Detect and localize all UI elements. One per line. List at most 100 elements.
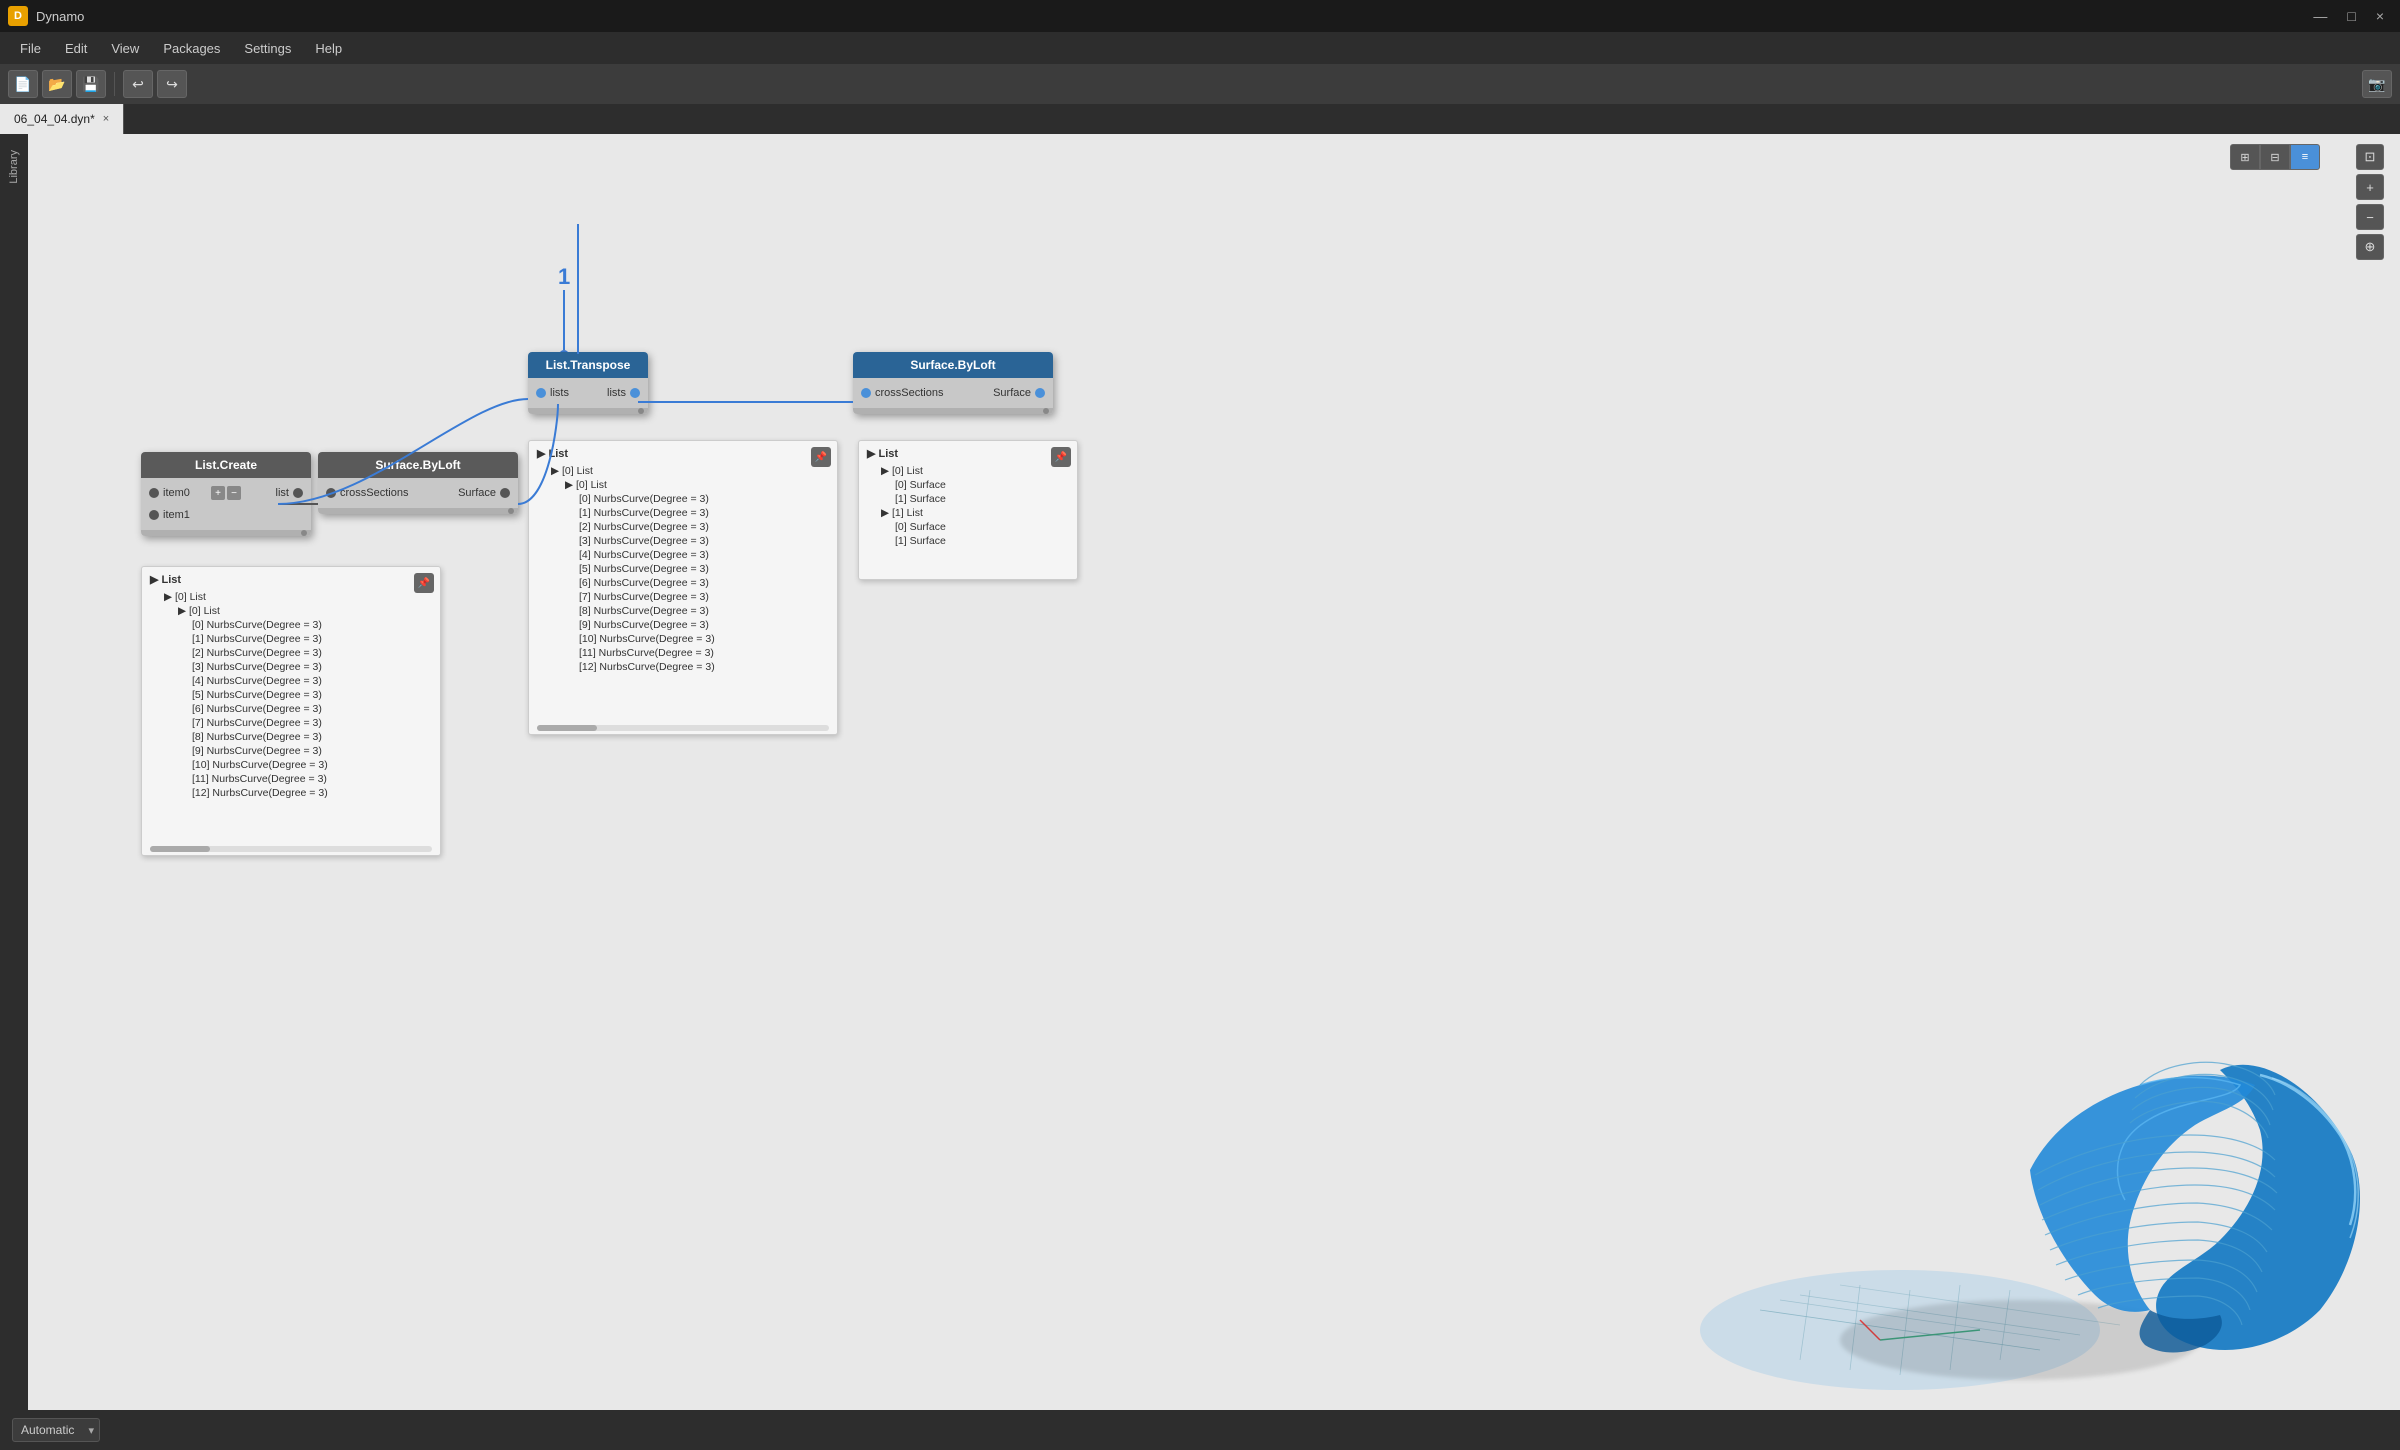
tree-item: [9] NurbsCurve(Degree = 3)	[192, 744, 432, 758]
minimize-button[interactable]: —	[2305, 8, 2335, 24]
pin-button-list-transpose[interactable]: 📌	[811, 447, 831, 467]
preview-list-create-header: ▶ List	[150, 573, 432, 586]
port-dot-item1[interactable]	[149, 510, 159, 520]
tree-item: [2] NurbsCurve(Degree = 3)	[579, 520, 829, 534]
tree-item: [8] NurbsCurve(Degree = 3)	[579, 604, 829, 618]
menu-settings[interactable]: Settings	[232, 37, 303, 60]
port-dot-crosssections-in[interactable]	[326, 488, 336, 498]
horizontal-scrollbar[interactable]	[150, 846, 432, 852]
menu-bar: File Edit View Packages Settings Help	[0, 32, 2400, 64]
tree-item: [8] NurbsCurve(Degree = 3)	[192, 730, 432, 744]
port-dot-lists-in[interactable]	[536, 388, 546, 398]
open-button[interactable]: 📂	[42, 70, 72, 98]
3d-viewport-svg	[1700, 910, 2400, 1410]
reset-view-button[interactable]: ⊕	[2356, 234, 2384, 260]
list-transpose-node[interactable]: List.Transpose lists lists	[528, 352, 648, 414]
preview-list-transpose-header: ▶ List	[537, 447, 829, 460]
surface-byloft-1-node[interactable]: Surface.ByLoft crossSections Surface	[318, 452, 518, 514]
port-row-crosssections: crossSections Surface	[318, 482, 518, 504]
menu-view[interactable]: View	[99, 37, 151, 60]
port-dot-lists-out[interactable]	[630, 388, 640, 398]
tree-item: [4] NurbsCurve(Degree = 3)	[192, 674, 432, 688]
library-button[interactable]: Library	[4, 142, 24, 192]
split-view-button[interactable]: ⊟	[2260, 144, 2290, 170]
surface-byloft-2-body: crossSections Surface	[853, 378, 1053, 408]
maximize-button[interactable]: □	[2339, 8, 2363, 24]
menu-help[interactable]: Help	[303, 37, 354, 60]
menu-packages[interactable]: Packages	[151, 37, 232, 60]
pin-button-list-create[interactable]: 📌	[414, 573, 434, 593]
tree-item: [9] NurbsCurve(Degree = 3)	[579, 618, 829, 632]
surface-byloft-1-footer	[318, 508, 518, 514]
execution-mode-dropdown[interactable]: Automatic Manual	[12, 1418, 100, 1442]
tree-item: [3] NurbsCurve(Degree = 3)	[192, 660, 432, 674]
port-dot-list[interactable]	[293, 488, 303, 498]
port-label-surface: Surface	[418, 487, 496, 499]
port-row-crosssections-2: crossSections Surface	[853, 382, 1053, 404]
surface-byloft-2-node[interactable]: Surface.ByLoft crossSections Surface	[853, 352, 1053, 414]
horizontal-scrollbar[interactable]	[537, 725, 829, 731]
tree-item: [7] NurbsCurve(Degree = 3)	[579, 590, 829, 604]
close-button[interactable]: ×	[2368, 8, 2392, 24]
app-title: Dynamo	[36, 9, 84, 24]
tab-current-file[interactable]: 06_04_04.dyn* ×	[0, 104, 124, 134]
execution-mode-dropdown-wrap[interactable]: Automatic Manual	[12, 1418, 100, 1442]
list-create-node[interactable]: List.Create item0 + − list item1	[141, 452, 311, 536]
port-dot-surface-2-out[interactable]	[1035, 388, 1045, 398]
fit-view-button[interactable]: ⊡	[2356, 144, 2384, 170]
footer-dot	[301, 530, 307, 536]
zoom-in-button[interactable]: +	[2356, 174, 2384, 200]
preview-list-transpose: 📌 ▶ List ▶ [0] List ▶ [0] List [0] Nurbs…	[528, 440, 838, 735]
window-controls[interactable]: — □ ×	[2305, 8, 2392, 24]
number-value[interactable]: 1	[558, 264, 570, 290]
list-transpose-body: lists lists	[528, 378, 648, 408]
toolbar: 📄 📂 💾 ↩ ↪ 📷	[0, 64, 2400, 104]
tree-item: [5] NurbsCurve(Degree = 3)	[192, 688, 432, 702]
tree-item: [12] NurbsCurve(Degree = 3)	[579, 660, 829, 674]
zoom-out-button[interactable]: −	[2356, 204, 2384, 230]
tree-item: [10] NurbsCurve(Degree = 3)	[192, 758, 432, 772]
tree-item: ▶ [0] List	[178, 604, 432, 618]
port-label-crosssections: crossSections	[340, 487, 418, 499]
port-dot-crosssections-2-in[interactable]	[861, 388, 871, 398]
screenshot-button[interactable]: 📷	[2362, 70, 2392, 98]
tree-item: [3] NurbsCurve(Degree = 3)	[579, 534, 829, 548]
list-create-header: List.Create	[141, 452, 311, 478]
footer-dot	[1043, 408, 1049, 414]
menu-file[interactable]: File	[8, 37, 53, 60]
status-bar: Automatic Manual	[0, 1410, 2400, 1450]
surface-byloft-1-body: crossSections Surface	[318, 478, 518, 508]
scrollbar-thumb[interactable]	[537, 725, 597, 731]
port-controls-item0: + −	[211, 486, 241, 500]
undo-button[interactable]: ↩	[123, 70, 153, 98]
port-remove-button[interactable]: −	[227, 486, 241, 500]
redo-button[interactable]: ↪	[157, 70, 187, 98]
view-toggle-group: ⊞ ⊟ ≡	[2230, 144, 2320, 170]
tree-item: [12] NurbsCurve(Degree = 3)	[192, 786, 432, 800]
list-transpose-footer	[528, 408, 648, 414]
preview-surface-byloft: 📌 ▶ List ▶ [0] List [0] Surface [1] Surf…	[858, 440, 1078, 580]
footer-dot	[638, 408, 644, 414]
tree-item: ▶ [1] List	[881, 506, 1069, 520]
tab-close-button[interactable]: ×	[103, 113, 109, 125]
tree-item: [6] NurbsCurve(Degree = 3)	[579, 576, 829, 590]
menu-edit[interactable]: Edit	[53, 37, 99, 60]
new-button[interactable]: 📄	[8, 70, 38, 98]
tree-item: [1] Surface	[895, 492, 1069, 506]
preview-list-create: 📌 ▶ List ▶ [0] List ▶ [0] List [0] Nurbs…	[141, 566, 441, 856]
port-label-item0: item0	[163, 487, 211, 499]
port-row-item1: item1	[141, 504, 311, 526]
save-button[interactable]: 💾	[76, 70, 106, 98]
port-add-button[interactable]: +	[211, 486, 225, 500]
tree-item: ▶ [0] List	[164, 590, 432, 604]
list-view-button[interactable]: ≡	[2290, 144, 2320, 170]
list-create-body: item0 + − list item1	[141, 478, 311, 530]
pin-button-surface[interactable]: 📌	[1051, 447, 1071, 467]
graph-view-button[interactable]: ⊞	[2230, 144, 2260, 170]
scrollbar-thumb[interactable]	[150, 846, 210, 852]
number-connection-line	[563, 290, 565, 350]
port-dot-surface-out[interactable]	[500, 488, 510, 498]
port-dot-item0[interactable]	[149, 488, 159, 498]
canvas[interactable]: ⊞ ⊟ ≡ ⊡ + − ⊕ 1 List.Create item0	[28, 134, 2400, 1410]
side-panel: Library	[0, 134, 28, 1410]
